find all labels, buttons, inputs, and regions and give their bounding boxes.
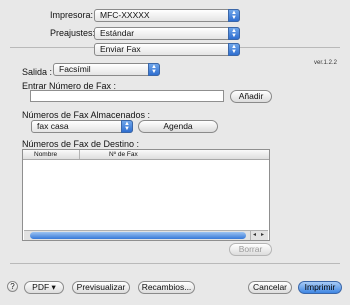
preview-button[interactable]: Previsualizar: [72, 281, 130, 294]
printer-value: MFC-XXXXX: [100, 10, 150, 20]
output-label: Salida :: [22, 67, 53, 77]
stored-value: fax casa: [37, 121, 69, 131]
destination-label: Números de Fax de Destino :: [22, 139, 140, 149]
destination-table[interactable]: Nombre Nº de Fax ◂ ▸: [22, 149, 270, 241]
column-divider: [79, 150, 80, 159]
printer-popup[interactable]: MFC-XXXXX ▲ ▼: [94, 9, 240, 22]
footer-separator: [10, 263, 340, 264]
column-fax[interactable]: Nº de Fax: [109, 150, 138, 159]
panel-popup[interactable]: Enviar Fax ▲ ▼: [94, 43, 240, 56]
presets-popup[interactable]: Estándar ▲ ▼: [94, 27, 240, 40]
stored-popup[interactable]: fax casa ▲ ▼: [31, 120, 133, 133]
pdf-menu-button[interactable]: PDF ▾: [24, 281, 64, 294]
updown-arrows-icon: ▲ ▼: [228, 9, 240, 22]
help-button[interactable]: ?: [7, 281, 18, 292]
print-button[interactable]: Imprimir: [298, 281, 342, 294]
presets-value: Estándar: [100, 28, 135, 38]
horizontal-scrollbar[interactable]: ◂ ▸: [24, 230, 268, 240]
scroll-left-arrow-icon[interactable]: ◂: [253, 231, 256, 240]
updown-arrows-icon: ▲ ▼: [228, 27, 240, 40]
updown-arrows-icon: ▲ ▼: [148, 63, 160, 76]
supplies-button[interactable]: Recambios...: [138, 281, 195, 294]
table-header: Nombre Nº de Fax: [23, 150, 269, 160]
delete-button[interactable]: Borrar: [229, 243, 272, 256]
panel-value: Enviar Fax: [100, 44, 141, 54]
column-name[interactable]: Nombre: [34, 150, 57, 159]
updown-arrows-icon: ▲ ▼: [121, 120, 133, 133]
help-icon: ?: [10, 282, 15, 291]
fax-number-input[interactable]: [30, 90, 224, 102]
agenda-button[interactable]: Agenda: [138, 120, 218, 133]
scroll-divider: [250, 231, 251, 240]
printer-label: Impresora:: [50, 10, 94, 20]
scroll-right-arrow-icon[interactable]: ▸: [261, 231, 264, 240]
presets-label: Preajustes:: [50, 28, 96, 38]
output-value: Facsímil: [59, 64, 91, 74]
cancel-button[interactable]: Cancelar: [248, 281, 292, 294]
output-popup[interactable]: Facsímil ▲ ▼: [53, 63, 160, 76]
add-button[interactable]: Añadir: [230, 90, 272, 103]
scrollbar-thumb[interactable]: [30, 232, 246, 239]
stored-label: Números de Fax Almacenados :: [22, 110, 151, 120]
version-text: ver.1.2.2: [314, 60, 338, 66]
updown-arrows-icon: ▲ ▼: [228, 43, 240, 56]
